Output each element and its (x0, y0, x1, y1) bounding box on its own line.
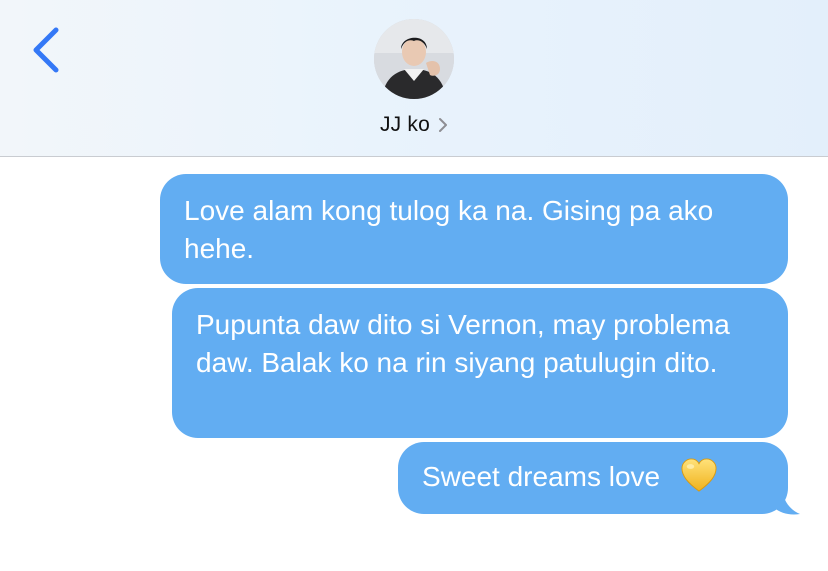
message-bubble[interactable]: Sweet dreams love (398, 442, 788, 514)
avatar[interactable] (374, 19, 454, 99)
conversation-header: JJ ko (0, 0, 828, 157)
message-text: Pupunta daw dito si Vernon, may problema… (196, 309, 730, 378)
back-button[interactable] (24, 24, 72, 76)
message-text: Sweet dreams love (422, 461, 661, 492)
contact-photo (374, 19, 454, 99)
message-text: Love alam kong tulog ka na. Gising pa ak… (184, 195, 714, 264)
yellow-heart-icon (681, 458, 717, 492)
chevron-left-icon (33, 27, 59, 73)
contact-details-link[interactable]: JJ ko (0, 110, 828, 140)
contact-name: JJ ko (379, 113, 430, 136)
message-bubble[interactable]: Pupunta daw dito si Vernon, may problema… (172, 288, 788, 438)
chevron-right-icon (439, 118, 447, 132)
message-bubble[interactable]: Love alam kong tulog ka na. Gising pa ak… (160, 174, 788, 284)
